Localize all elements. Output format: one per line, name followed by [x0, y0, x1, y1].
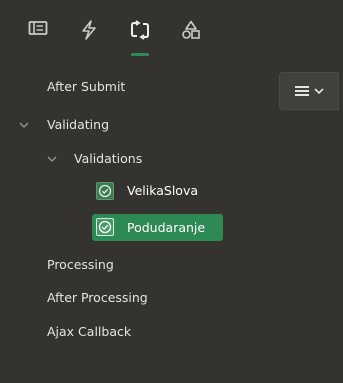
tree-node-label: After Processing	[47, 290, 148, 305]
menu-lines-icon	[294, 86, 309, 96]
tree-node-label: After Submit	[47, 79, 126, 94]
tree-node-label: Podudaranje	[127, 220, 206, 235]
processing-loop-icon	[131, 20, 149, 40]
tree-node-label: Ajax Callback	[47, 324, 132, 339]
tree-node-label: Validations	[74, 151, 143, 166]
tree-options-button[interactable]	[279, 72, 339, 110]
panel-icon	[28, 21, 48, 35]
tree-node-validation[interactable]: VelikaSlova	[92, 180, 223, 202]
chevron-down-icon	[313, 88, 324, 95]
tab-shared-components[interactable]	[175, 20, 207, 54]
chevron-down-icon[interactable]	[47, 155, 57, 163]
tree-node-validation-selected[interactable]: Podudaranje	[92, 214, 223, 241]
toolbar	[0, 0, 343, 70]
lightning-icon	[82, 20, 96, 40]
active-tab-indicator	[131, 53, 149, 56]
validation-check-icon	[96, 182, 114, 200]
chevron-down-icon[interactable]	[19, 121, 29, 129]
tree-node-label: Processing	[47, 257, 114, 272]
shapes-icon	[182, 20, 200, 39]
validation-check-icon	[96, 218, 114, 236]
tree-node-label: VelikaSlova	[127, 183, 199, 198]
tab-rendering[interactable]	[22, 20, 54, 54]
tree-node-label: Validating	[47, 117, 110, 132]
tab-processing[interactable]	[124, 20, 156, 56]
tab-dynamic-actions[interactable]	[73, 20, 105, 54]
